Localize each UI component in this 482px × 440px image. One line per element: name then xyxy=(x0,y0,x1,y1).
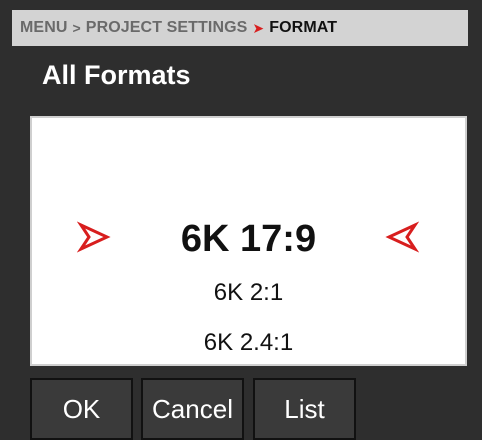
breadcrumb: MENU > PROJECT SETTINGS ➤ FORMAT xyxy=(12,10,468,46)
breadcrumb-item-format: FORMAT xyxy=(269,19,338,36)
breadcrumb-item-project-settings[interactable]: PROJECT SETTINGS xyxy=(86,19,248,37)
breadcrumb-separator-icon: > xyxy=(72,20,81,36)
breadcrumb-current-arrow-icon: ➤ xyxy=(252,19,265,36)
format-option[interactable]: 6K 2:1 xyxy=(30,279,467,307)
selection-arrow-left-icon xyxy=(385,221,419,253)
list-button[interactable]: List xyxy=(253,378,356,440)
page-title: All Formats xyxy=(42,60,191,90)
format-option[interactable]: 6K 2.4:1 xyxy=(30,329,467,357)
breadcrumb-item-menu[interactable]: MENU xyxy=(20,19,68,37)
ok-button[interactable]: OK xyxy=(30,378,133,440)
cancel-button[interactable]: Cancel xyxy=(141,378,244,440)
format-picker[interactable]: 6K 17:9 6K 2:1 6K 2.4:1 xyxy=(30,116,467,366)
